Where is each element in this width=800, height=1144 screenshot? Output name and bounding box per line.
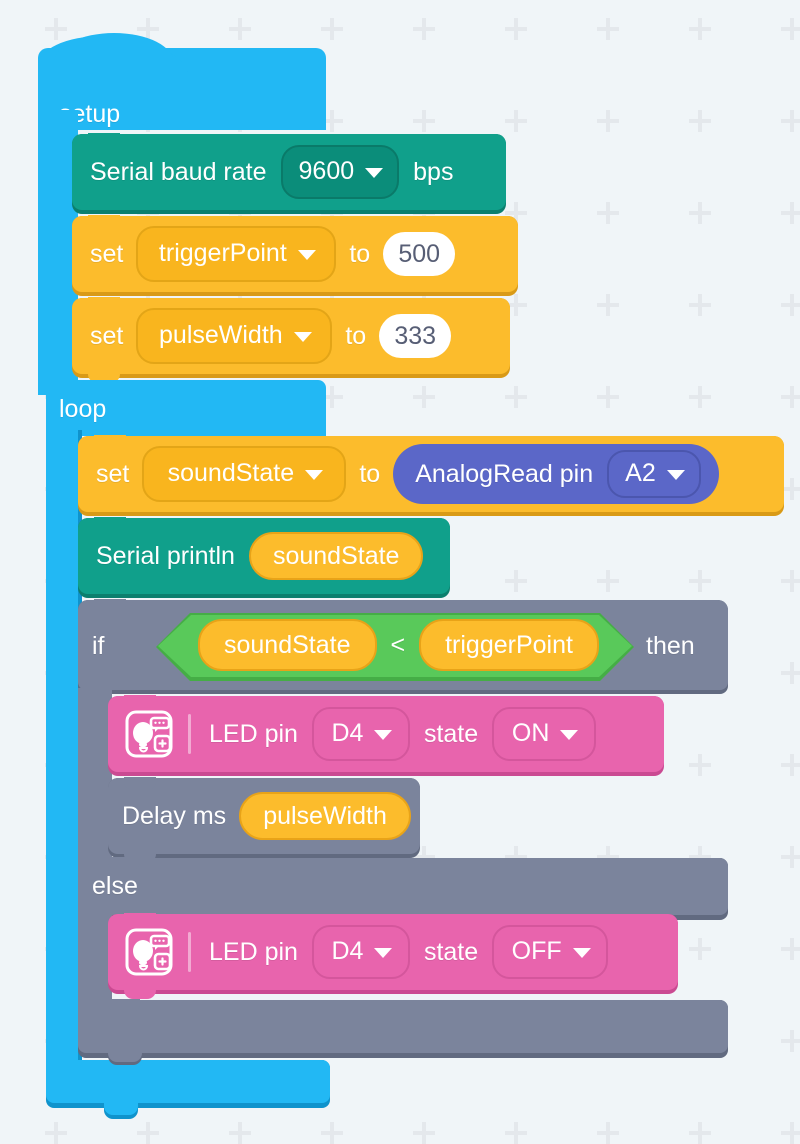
to-label: to: [349, 239, 371, 268]
chevron-down-icon: [293, 331, 312, 342]
serial-baud-rate-block[interactable]: Serial baud rate 9600 bps: [72, 133, 506, 214]
then-label: then: [646, 632, 695, 660]
variable-name: triggerPoint: [445, 630, 573, 659]
variable-name: soundState: [167, 459, 295, 487]
comparison-operator-block[interactable]: soundState < triggerPoint: [156, 613, 634, 681]
else-arm[interactable]: else: [78, 857, 728, 920]
delay-label: Delay ms: [122, 801, 227, 830]
led-pin-label: LED pin: [209, 937, 298, 966]
variable-name: soundState: [272, 541, 400, 570]
icon-divider: [188, 714, 191, 754]
chevron-down-icon: [374, 947, 393, 958]
variable-name: soundState: [224, 630, 351, 659]
delay-block[interactable]: Delay ms pulseWidth: [108, 777, 420, 863]
set-label: set: [90, 321, 124, 350]
led-pin-value: D4: [331, 719, 364, 747]
variable-dropdown-pulse-width[interactable]: pulseWidth: [136, 308, 333, 364]
comparison-operator-symbol: <: [390, 630, 406, 659]
to-label: to: [345, 321, 367, 350]
if-label: if: [92, 632, 105, 660]
led-pin-dropdown[interactable]: D4: [311, 925, 410, 979]
icon-divider: [188, 932, 191, 972]
else-branch-spine: [78, 912, 112, 1012]
pulse-width-value-input[interactable]: 333: [379, 314, 452, 358]
set-label: set: [90, 239, 124, 268]
else-label: else: [92, 872, 138, 900]
variable-name: pulseWidth: [263, 801, 387, 830]
set-sound-state-block[interactable]: set soundState to AnalogRead pin A2: [78, 435, 784, 516]
chevron-down-icon: [666, 469, 685, 480]
analog-pin-dropdown[interactable]: A2: [607, 450, 701, 498]
baud-rate-dropdown[interactable]: 9600: [280, 145, 400, 199]
if-branch-spine: [78, 688, 112, 870]
led-off-block[interactable]: LED pin D4 state OFF: [108, 913, 678, 999]
chevron-down-icon: [297, 249, 316, 260]
led-pin-value: D4: [331, 937, 364, 965]
to-label: to: [359, 459, 381, 488]
baud-rate-value: 9600: [298, 157, 355, 185]
led-pin-label: LED pin: [209, 719, 298, 748]
variable-name: triggerPoint: [158, 239, 287, 267]
variable-dropdown-sound-state[interactable]: soundState: [142, 446, 347, 502]
serial-println-argument[interactable]: soundState: [248, 532, 424, 580]
loop-hat-block[interactable]: loop: [46, 380, 326, 436]
loop-body-spine-face: [46, 430, 78, 1068]
condition-right-operand[interactable]: triggerPoint: [419, 619, 599, 671]
serial-println-block[interactable]: Serial println soundState: [78, 517, 450, 598]
led-state-label: state: [423, 719, 479, 748]
led-bulb-icon: [124, 927, 174, 977]
led-on-block[interactable]: LED pin D4 state ON: [108, 695, 664, 776]
serial-baud-rate-unit: bps: [413, 157, 454, 186]
trigger-point-value-input[interactable]: 500: [383, 232, 456, 276]
serial-println-label: Serial println: [96, 541, 235, 570]
serial-baud-rate-label: Serial baud rate: [90, 157, 267, 186]
chevron-down-icon: [374, 729, 393, 740]
led-bulb-icon: [124, 709, 174, 759]
loop-bottom-arm[interactable]: [46, 1060, 330, 1119]
if-else-block-header[interactable]: if soundState < triggerPoint then: [78, 599, 728, 694]
pulse-width-value: 333: [394, 321, 437, 350]
chevron-down-icon: [365, 167, 384, 178]
block-canvas[interactable]: setup Serial baud rate 9600 bps set trig…: [0, 0, 800, 1140]
chevron-down-icon: [572, 947, 591, 958]
variable-name: pulseWidth: [159, 321, 283, 349]
if-else-block-footer[interactable]: [78, 999, 728, 1065]
chevron-down-icon: [305, 469, 324, 480]
led-state-dropdown[interactable]: ON: [492, 707, 597, 761]
analog-read-reporter-block[interactable]: AnalogRead pin A2: [393, 444, 719, 504]
set-pulse-width-block[interactable]: set pulseWidth to 333: [72, 297, 510, 383]
loop-label: loop: [59, 395, 107, 423]
trigger-point-value: 500: [398, 239, 441, 268]
condition-left-operand[interactable]: soundState: [198, 619, 377, 671]
led-state-value: ON: [511, 719, 550, 747]
analog-read-label: AnalogRead pin: [415, 459, 594, 488]
variable-dropdown-trigger-point[interactable]: triggerPoint: [136, 226, 337, 282]
led-state-dropdown[interactable]: OFF: [492, 925, 609, 979]
led-state-label: state: [423, 937, 479, 966]
chevron-down-icon: [560, 729, 579, 740]
set-label: set: [96, 459, 130, 488]
led-pin-dropdown[interactable]: D4: [311, 707, 410, 761]
setup-hat-block[interactable]: setup: [38, 24, 326, 130]
set-trigger-point-block[interactable]: set triggerPoint to 500: [72, 215, 518, 296]
analog-pin-value: A2: [625, 459, 656, 487]
delay-argument[interactable]: pulseWidth: [239, 792, 411, 840]
led-state-value: OFF: [511, 937, 562, 965]
